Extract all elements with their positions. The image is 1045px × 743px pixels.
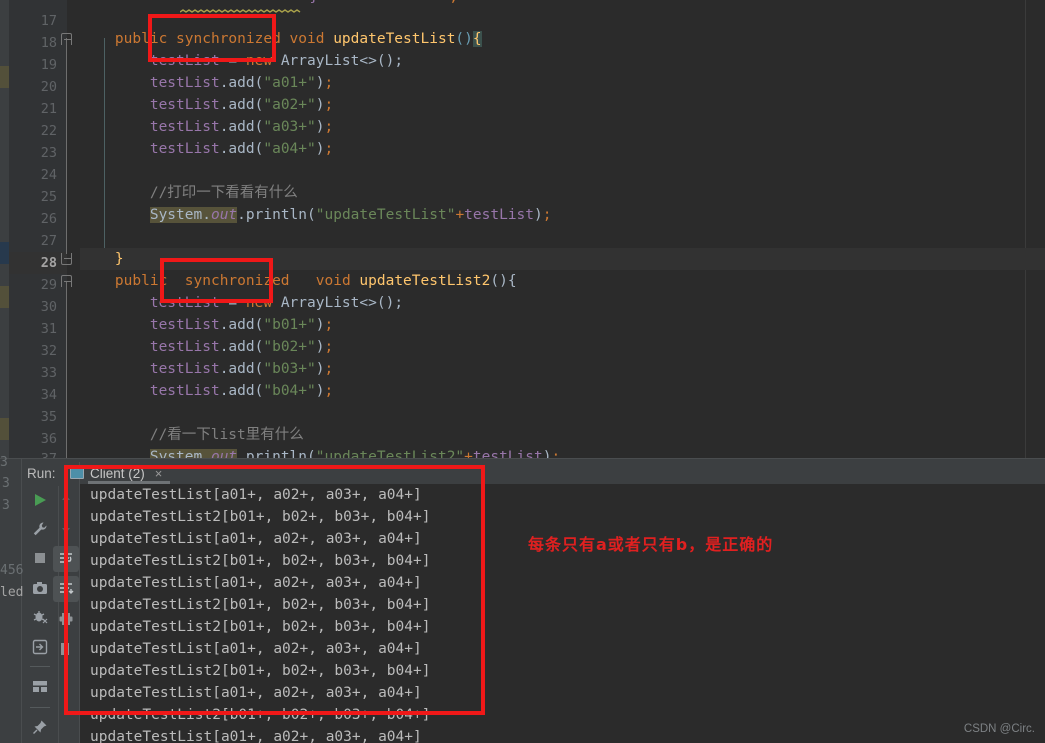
camera-snapshot-icon[interactable] bbox=[26, 574, 54, 601]
error-squiggle-icon bbox=[180, 9, 301, 13]
run-toolbar-secondary[interactable] bbox=[52, 486, 80, 666]
code-line-23: testList.add("a04+"); bbox=[149, 141, 334, 157]
print-icon[interactable] bbox=[53, 606, 79, 632]
code-line-31: testList.add("b01+"); bbox=[149, 317, 334, 333]
fragment-line-number: 3 bbox=[2, 476, 10, 491]
run-panel-label: Run: bbox=[27, 466, 56, 481]
console-line: updateTestList[a01+, a02+, a03+, a04+] bbox=[90, 641, 422, 657]
comment-text: //看一下list里有什么 bbox=[149, 427, 304, 443]
layout-icon[interactable] bbox=[26, 673, 54, 700]
annotation-text: 每条只有a或者只有b，是正确的 bbox=[528, 535, 774, 554]
console-line: updateTestList2[b01+, b02+, b03+, b04+] bbox=[90, 663, 431, 679]
code-line-20: testList.add("a01+"); bbox=[149, 75, 334, 91]
settings-wrench-icon[interactable] bbox=[26, 515, 54, 542]
close-icon[interactable]: × bbox=[155, 466, 163, 481]
console-line: updateTestList[a01+, a02+, a03+, a04+] bbox=[90, 487, 422, 503]
code-line-18: public synchronized void updateTestList(… bbox=[114, 31, 482, 47]
up-arrow-icon[interactable] bbox=[53, 486, 79, 512]
fragment-word-led: led bbox=[0, 585, 24, 600]
clear-all-icon[interactable] bbox=[53, 636, 79, 662]
panel-left-divider bbox=[21, 458, 22, 743]
export-icon[interactable] bbox=[26, 633, 54, 660]
console-line: updateTestList[a01+, a02+, a03+, a04+] bbox=[90, 575, 422, 591]
ide-screenshot: 17 18 19 20 21 22 23 24 25 26 27 28 29 3… bbox=[0, 0, 1045, 743]
pin-tab-icon[interactable] bbox=[26, 714, 54, 741]
toolbar-separator bbox=[30, 666, 50, 668]
scroll-to-end-icon[interactable] bbox=[53, 576, 79, 602]
console-line: updateTestList[a01+, a02+, a03+, a04+] bbox=[90, 685, 422, 701]
console-line: updateTestList2[b01+, b02+, b03+, b04+] bbox=[90, 509, 431, 525]
console-line: updateTestList2[b01+, b02+, b03+, b04+] bbox=[90, 707, 431, 723]
code-line-36: //看一下list里有什么 bbox=[80, 424, 304, 446]
code-folding-column[interactable] bbox=[58, 0, 80, 458]
code-line-22: testList.add("a03+"); bbox=[149, 119, 334, 135]
down-arrow-icon[interactable] bbox=[53, 516, 79, 542]
fragment-number-456: 456 bbox=[0, 563, 24, 578]
fold-marker-open-29[interactable] bbox=[61, 275, 72, 287]
code-line-26: System.out.println("updateTestList"+test… bbox=[149, 207, 552, 223]
code-line-21: testList.add("a02+"); bbox=[149, 97, 334, 113]
dump-threads-icon[interactable] bbox=[26, 604, 54, 631]
code-line-30: testList = new ArrayList<>(); bbox=[149, 295, 404, 311]
code-text-area[interactable]: ~~~~~~~~~~~~~ } ; public synchronized vo… bbox=[80, 0, 1045, 458]
fragment-line-number: 3 bbox=[2, 498, 10, 513]
code-editor[interactable]: 17 18 19 20 21 22 23 24 25 26 27 28 29 3… bbox=[0, 0, 1045, 458]
fold-stem bbox=[66, 281, 67, 458]
stop-button[interactable] bbox=[26, 545, 54, 572]
comment-text: //打印一下看看有什么 bbox=[149, 185, 298, 201]
toolbar-separator bbox=[30, 706, 50, 708]
console-icon bbox=[70, 467, 84, 479]
left-editor-strip bbox=[0, 0, 9, 458]
watermark: CSDN @Circ. bbox=[963, 723, 1035, 735]
code-line-19: testList = new ArrayList<>(); bbox=[149, 53, 404, 69]
console-line: updateTestList[a01+, a02+, a03+, a04+] bbox=[90, 729, 422, 743]
code-line-28: } bbox=[80, 248, 1045, 270]
code-line-25: //打印一下看看有什么 bbox=[80, 182, 298, 204]
fold-marker-open-18[interactable] bbox=[61, 33, 72, 45]
code-line-32: testList.add("b02+"); bbox=[149, 339, 334, 355]
console-line: updateTestList2[b01+, b02+, b03+, b04+] bbox=[90, 597, 431, 613]
code-line-37: System.out.println("updateTestList2"+tes… bbox=[80, 446, 560, 458]
console-line: updateTestList2[b01+, b02+, b03+, b04+] bbox=[90, 619, 431, 635]
fold-marker-close-28[interactable] bbox=[61, 253, 72, 265]
fragment-line-number: 3 bbox=[0, 455, 8, 470]
code-line-34: testList.add("b04+"); bbox=[149, 383, 334, 399]
panel-top-divider bbox=[0, 458, 1045, 459]
right-margin-guide bbox=[1025, 0, 1026, 458]
rerun-button[interactable] bbox=[26, 486, 54, 513]
code-line-29: public synchronized void updateTestList2… bbox=[114, 273, 517, 289]
run-tab-label: Client (2) bbox=[90, 465, 145, 481]
code-line-33: testList.add("b03+"); bbox=[149, 361, 334, 377]
console-output[interactable]: updateTestList[a01+, a02+, a03+, a04+] u… bbox=[80, 484, 1045, 743]
fold-stem bbox=[66, 38, 67, 254]
code-line-16-partial: ~~~~~~~~~~~~~ } ; bbox=[100, 0, 458, 8]
soft-wrap-icon[interactable] bbox=[53, 546, 79, 572]
